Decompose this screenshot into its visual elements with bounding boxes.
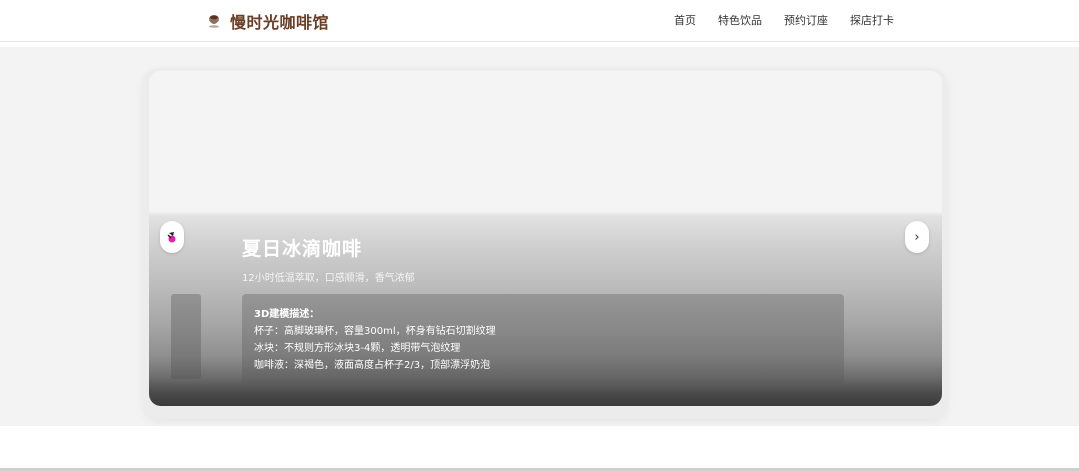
description-line: 杯子：高脚玻璃杯，容量300ml，杯身有钻石切割纹理 — [254, 326, 496, 337]
carousel-slide: 夏日冰滴咖啡 12小时低温萃取，口感顺滑，香气浓郁 3D建模描述： 杯子：高脚玻… — [149, 71, 942, 406]
model-description-box: 3D建模描述： 杯子：高脚玻璃杯，容量300ml，杯身有钻石切割纹理 冰块：不规… — [242, 294, 844, 384]
nav-links: 首页 特色饮品 预约订座 探店打卡 — [674, 12, 894, 28]
prev-arrow-icon — [167, 232, 176, 243]
hero-section: 夏日冰滴咖啡 12小时低温萃取，口感顺滑，香气浓郁 3D建模描述： 杯子：高脚玻… — [0, 47, 1079, 426]
carousel-next-button[interactable]: › — [905, 221, 929, 253]
description-title: 3D建模描述： — [254, 309, 320, 320]
nav-item-checkin[interactable]: 探店打卡 — [850, 12, 894, 28]
carousel-frame: 夏日冰滴咖啡 12小时低温萃取，口感顺滑，香气浓郁 3D建模描述： 杯子：高脚玻… — [143, 68, 947, 419]
slide-side-block — [171, 294, 201, 379]
slide-title: 夏日冰滴咖啡 — [242, 238, 363, 260]
coffee-cup-icon — [209, 15, 219, 28]
brand-name: 慢时光咖啡馆 — [230, 13, 330, 32]
navbar: 慢时光咖啡馆 首页 特色饮品 预约订座 探店打卡 — [0, 0, 1079, 42]
nav-item-home[interactable]: 首页 — [674, 12, 696, 28]
nav-item-drinks[interactable]: 特色饮品 — [718, 12, 762, 28]
description-line: 冰块：不规则方形冰块3-4颗，透明带气泡纹理 — [254, 343, 461, 354]
brand-logo[interactable]: 慢时光咖啡馆 — [206, 9, 329, 33]
carousel-prev-button[interactable] — [160, 221, 184, 253]
slide-subtitle: 12小时低温萃取，口感顺滑，香气浓郁 — [242, 273, 415, 284]
nav-item-reservation[interactable]: 预约订座 — [784, 12, 828, 28]
description-line: 咖啡液：深褐色，液面高度占杯子2/3，顶部漂浮奶泡 — [254, 360, 491, 371]
chevron-right-icon: › — [914, 229, 920, 245]
